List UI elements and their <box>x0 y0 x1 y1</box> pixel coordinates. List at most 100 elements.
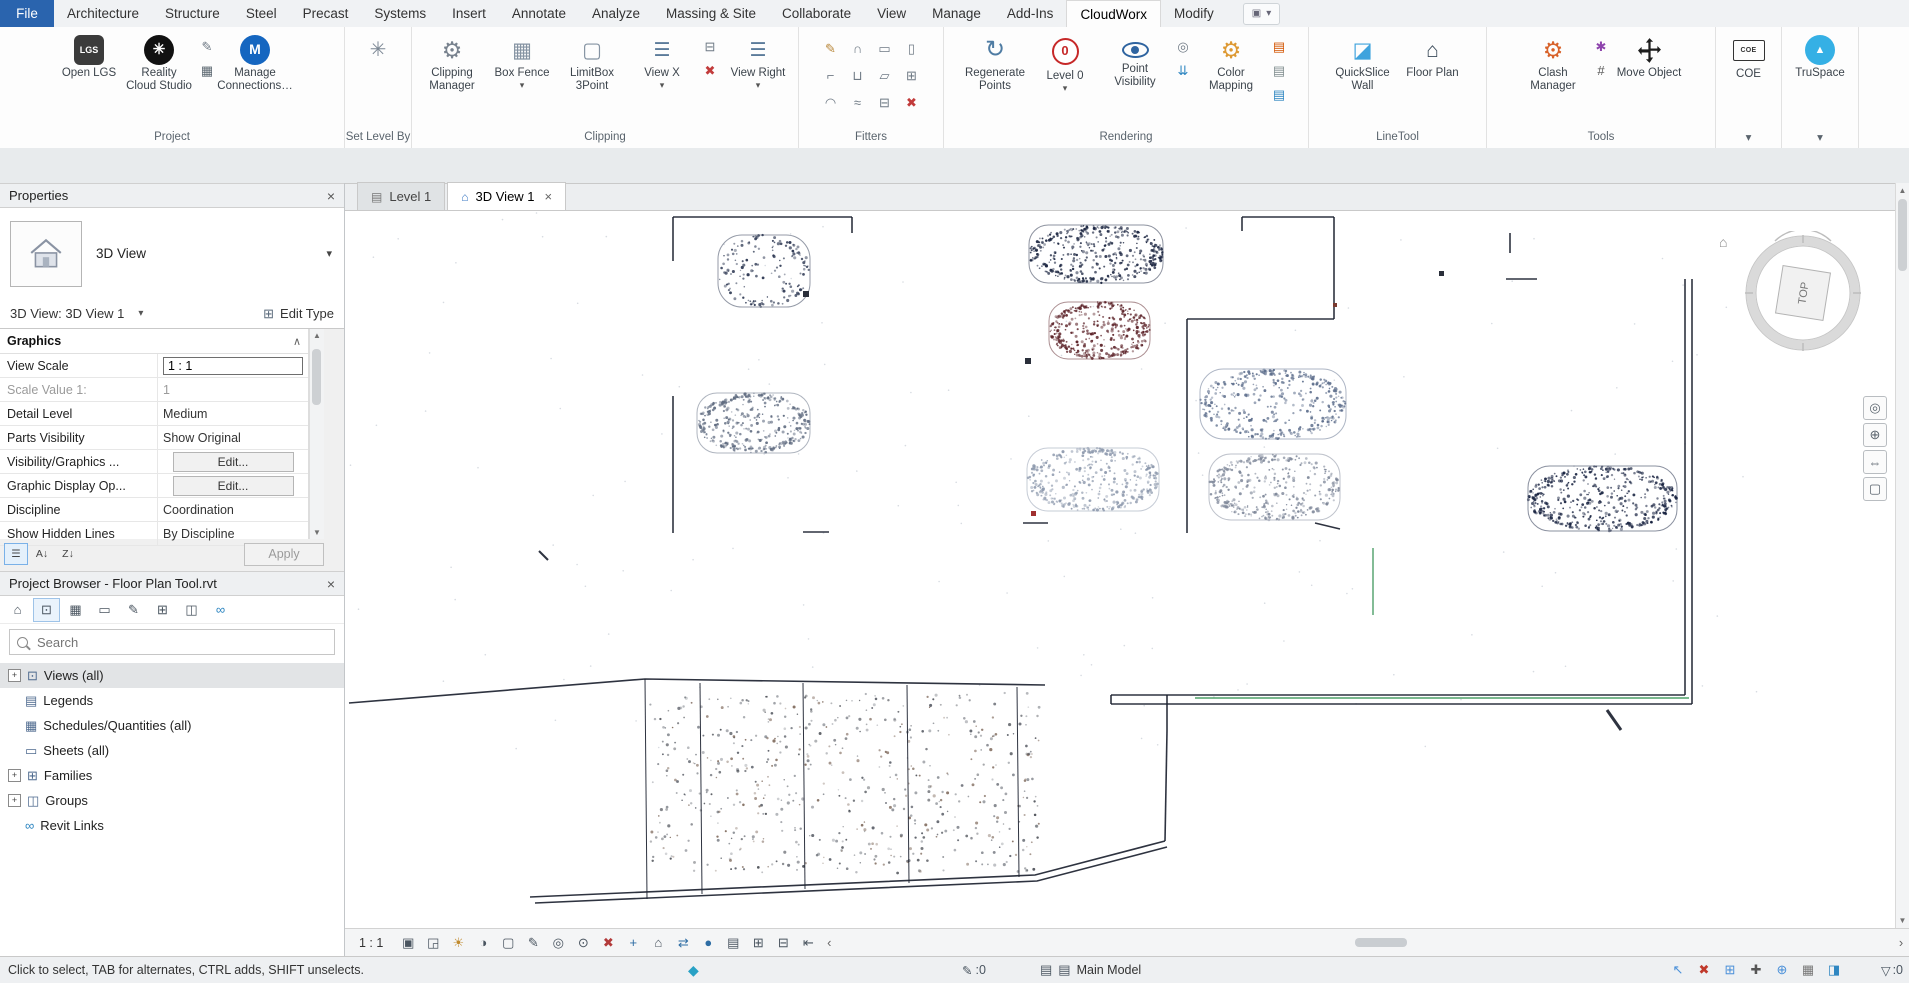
button-color-mapping[interactable]: ⚙Color Mapping <box>1198 30 1264 125</box>
section-icon[interactable]: ⊟ <box>771 932 795 954</box>
tree-item-revit-links[interactable]: ∞Revit Links <box>0 813 344 838</box>
button-intensity-table-icon[interactable]: ▤ <box>1268 61 1290 80</box>
move-status-icon[interactable]: ✚ <box>1745 959 1767 981</box>
link-icon[interactable]: ∞ <box>207 598 234 622</box>
grid-icon[interactable]: ⊞ <box>746 932 770 954</box>
search-input[interactable] <box>35 634 327 651</box>
scale-button[interactable]: 1 : 1 <box>359 936 383 950</box>
button-elbow-icon[interactable]: ⌐ <box>820 66 842 85</box>
view-tab-level-1[interactable]: ▤Level 1 <box>357 182 445 210</box>
button-clash-run-icon[interactable]: ✱ <box>1590 37 1612 56</box>
select-status-icon[interactable]: ↖ <box>1667 959 1689 981</box>
button-quickslice-wall[interactable]: ◪QuickSlice Wall <box>1330 30 1396 125</box>
scrollbar-thumb[interactable] <box>1898 199 1907 271</box>
tree-item-families[interactable]: +⊞Families <box>0 763 344 788</box>
button-set-level-icon[interactable]: ✳ <box>349 30 407 125</box>
drawing-canvas[interactable]: TOP ⌂ ◎⊕⇔▢ <box>345 211 1895 928</box>
tree-item-legends[interactable]: ▤Legends <box>0 688 344 713</box>
add-status-icon[interactable]: ⊕ <box>1771 959 1793 981</box>
property-input-view-scale[interactable] <box>163 357 303 375</box>
button-pipe-bend-icon[interactable]: ∩ <box>847 39 869 58</box>
active-workset[interactable]: ▤ ▤ Main Model <box>1040 957 1141 983</box>
tree-item-sheets-all[interactable]: ▭Sheets (all) <box>0 738 344 763</box>
sort-descending-icon[interactable]: Z↓ <box>56 543 80 565</box>
scroll-down-icon[interactable]: ▼ <box>1896 916 1909 925</box>
button-duct-icon[interactable]: ▭ <box>874 39 896 58</box>
button-level-0[interactable]: 0Level 0▾ <box>1032 30 1098 125</box>
ribbon-tab-add-ins[interactable]: Add-Ins <box>994 0 1067 27</box>
property-list-icon[interactable]: ☰ <box>4 543 28 565</box>
button-box-fence[interactable]: ▦Box Fence▾ <box>489 30 555 125</box>
collapse-icon[interactable]: ∧ <box>293 335 301 348</box>
graphics-section-header[interactable]: Graphics ∧ <box>0 329 308 354</box>
scroll-up-icon[interactable]: ▲ <box>1896 186 1909 195</box>
button-clash-manager[interactable]: ⚙Clash Manager <box>1520 30 1586 125</box>
align-icon[interactable]: ⇤ <box>796 932 820 954</box>
view-tab-3d-view-1[interactable]: ⌂3D View 1× <box>447 182 566 210</box>
button-density-icon[interactable]: ⇊ <box>1172 61 1194 80</box>
ribbon-tab-insert[interactable]: Insert <box>439 0 499 27</box>
file-menu-button[interactable]: File <box>0 0 54 27</box>
button-edit-doc-icon[interactable]: ✎ <box>196 37 218 56</box>
home-icon[interactable]: ⌂ <box>4 598 31 622</box>
schedule-icon[interactable]: ▦ <box>62 598 89 622</box>
button-grid-fit-icon[interactable]: ⊞ <box>901 66 923 85</box>
ribbon-tab-massing-site[interactable]: Massing & Site <box>653 0 769 27</box>
expand-all-icon[interactable]: ⊞ <box>149 598 176 622</box>
scroll-left-icon[interactable]: ‹ <box>821 935 837 950</box>
button-clipping-manager[interactable]: ⚙Clipping Manager <box>419 30 485 125</box>
editable-status[interactable]: ✎ :0 <box>962 957 986 983</box>
button-floor-plan[interactable]: ⌂Floor Plan <box>1400 30 1466 125</box>
crop-view-icon[interactable]: ▢ <box>496 932 520 954</box>
ribbon-tab-systems[interactable]: Systems <box>361 0 439 27</box>
button-panel-fit-icon[interactable]: ⊟ <box>874 93 896 112</box>
visual-style-icon[interactable]: ▣ <box>396 932 420 954</box>
button-limitbox-3point[interactable]: ▢LimitBox 3Point <box>559 30 625 125</box>
scrollbar-thumb[interactable] <box>1355 938 1407 947</box>
ribbon-tab-annotate[interactable]: Annotate <box>499 0 579 27</box>
button-conduit-icon[interactable]: ▯ <box>901 39 923 58</box>
expander-icon[interactable]: + <box>8 794 21 807</box>
grid-toggle-icon[interactable]: ⊞ <box>1719 959 1741 981</box>
button-reality-cloud-studio[interactable]: ✳Reality Cloud Studio <box>126 30 192 125</box>
view-cube[interactable]: TOP ⌂ <box>1715 231 1865 361</box>
button-pen-icon[interactable]: ✎ <box>820 39 842 58</box>
cloud-add-icon[interactable]: + <box>621 932 645 954</box>
button-numbering-icon[interactable]: # <box>1590 61 1612 80</box>
button-regenerate-points[interactable]: ↻Regenerate Points <box>962 30 1028 125</box>
pan-icon[interactable]: ⇔ <box>1863 450 1887 474</box>
worksharing-display-icon[interactable]: ▤ <box>721 932 745 954</box>
button-truspace[interactable]: ▲TruSpace <box>1787 30 1853 125</box>
button-move-object[interactable]: Move Object <box>1616 30 1682 125</box>
zoom-box-icon[interactable]: ▢ <box>1863 477 1887 501</box>
chevron-down-icon[interactable]: ▾ <box>326 247 344 260</box>
ribbon-tab-modify[interactable]: Modify <box>1161 0 1227 27</box>
table-status-icon[interactable]: ▦ <box>1797 959 1819 981</box>
shadows-icon[interactable]: ◑ <box>471 932 495 954</box>
ribbon-tab-precast[interactable]: Precast <box>290 0 362 27</box>
cloud-off-icon[interactable]: ✖ <box>596 932 620 954</box>
status-indicator-icon[interactable]: ◆ <box>688 957 699 983</box>
edit-type-button[interactable]: ⊞ Edit Type <box>263 306 334 322</box>
temporary-hide-icon[interactable]: ◎ <box>546 932 570 954</box>
ribbon-tab-view[interactable]: View <box>864 0 919 27</box>
properties-scrollbar[interactable]: ▲ ▼ <box>309 329 324 539</box>
horizontal-scrollbar[interactable] <box>838 929 1892 956</box>
select-view-icon[interactable]: ⊡ <box>33 598 60 622</box>
home-view-icon[interactable]: ⌂ <box>646 932 670 954</box>
edit-button[interactable]: Edit... <box>173 476 294 496</box>
close-tab-icon[interactable]: × <box>545 189 553 204</box>
ribbon-tab-cloudworx[interactable]: CloudWorx <box>1066 0 1161 27</box>
button-clear-clip-icon[interactable]: ✖ <box>699 61 721 80</box>
search-box[interactable] <box>9 629 335 655</box>
ribbon-tab-architecture[interactable]: Architecture <box>54 0 152 27</box>
exclude-options-icon[interactable]: ✖ <box>1693 959 1715 981</box>
button-tee-icon[interactable]: ⊔ <box>847 66 869 85</box>
scroll-up-icon[interactable]: ▲ <box>310 331 324 340</box>
button-point-visibility[interactable]: Point Visibility <box>1102 30 1168 125</box>
views-icon[interactable]: ◫ <box>178 598 205 622</box>
steering-wheel-icon[interactable]: ◎ <box>1863 396 1887 420</box>
button-arc-icon[interactable]: ◠ <box>820 93 842 112</box>
button-open-lgs[interactable]: LGSOpen LGS <box>56 30 122 125</box>
ribbon-tab-manage[interactable]: Manage <box>919 0 994 27</box>
